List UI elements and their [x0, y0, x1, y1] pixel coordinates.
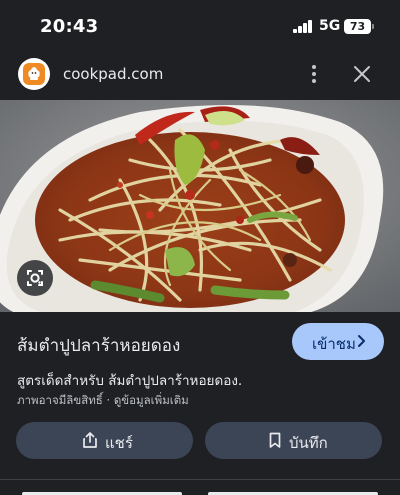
chevron-right-icon: [355, 332, 369, 350]
battery-level: 73: [349, 20, 366, 33]
visit-button[interactable]: เข้าชม: [292, 323, 384, 360]
network-type: 5G: [319, 18, 341, 34]
share-button[interactable]: แชร์: [16, 422, 193, 459]
google-lens-icon[interactable]: [17, 260, 53, 296]
battery-icon: 73: [344, 19, 371, 34]
more-options-icon[interactable]: [304, 62, 324, 86]
signal-strength-icon: [293, 20, 313, 33]
related-images-strip[interactable]: [0, 487, 400, 495]
result-image[interactable]: [0, 100, 400, 312]
result-description: สูตรเด็ดสำหรับ ส้มตำปูปลาร้าหอยดอง.: [17, 373, 243, 389]
bookmark-icon: [266, 431, 284, 449]
close-icon[interactable]: [350, 62, 374, 86]
battery-nub: [372, 24, 374, 29]
save-label: บันทึก: [289, 434, 328, 452]
visit-button-label: เข้าชม: [312, 336, 356, 353]
status-time: 20:43: [40, 16, 99, 37]
save-button[interactable]: บันทึก: [205, 422, 382, 459]
copyright-text: ภาพอาจมีลิขสิทธิ์: [17, 393, 103, 407]
share-icon: [81, 431, 99, 449]
share-label: แชร์: [105, 434, 133, 452]
result-title[interactable]: ส้มตำปูปลาร้าหอยดอง: [17, 332, 180, 359]
copyright-notice: ภาพอาจมีลิขสิทธิ์ · ดูข้อมูลเพิ่มเติม: [17, 392, 189, 410]
source-header: cookpad.com: [0, 50, 400, 100]
status-bar: 20:43 5G 73: [0, 0, 400, 50]
divider: [0, 479, 400, 480]
site-name[interactable]: cookpad.com: [63, 65, 163, 83]
cookpad-chef-hat-icon[interactable]: [18, 58, 50, 90]
separator: ·: [106, 393, 114, 407]
more-info-link[interactable]: ดูข้อมูลเพิ่มเติม: [114, 393, 189, 407]
result-info-panel: ส้มตำปูปลาร้าหอยดอง เข้าชม สูตรเด็ดสำหรั…: [0, 312, 400, 495]
